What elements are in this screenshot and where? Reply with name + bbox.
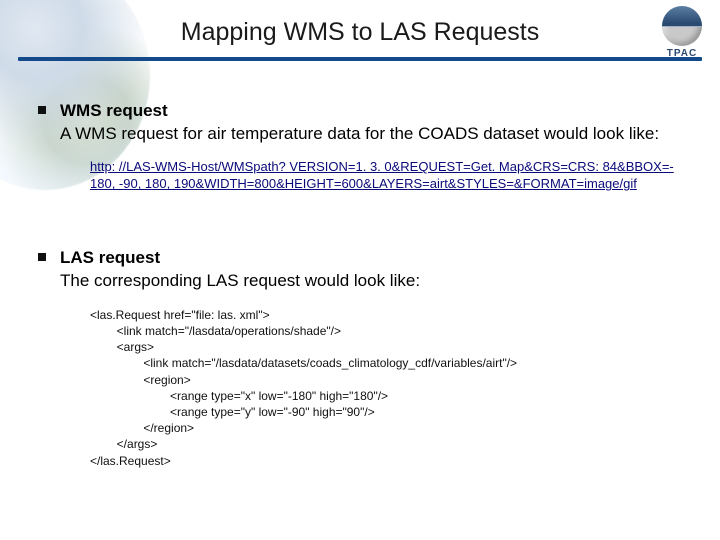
las-heading-text: The corresponding LAS request would look…	[60, 271, 420, 290]
wms-url-line2: 180, -90, 180, 190&WIDTH=800&HEIGHT=600&…	[90, 176, 637, 191]
wms-url-link[interactable]: http: //LAS-WMS-Host/WMSpath? VERSION=1.…	[90, 158, 690, 193]
slide-title: Mapping WMS to LAS Requests	[0, 18, 720, 53]
las-xml-code: <las.Request href="file: las. xml"> <lin…	[90, 307, 690, 469]
tpac-logo: TPAC	[654, 6, 710, 59]
wms-url-line1: http: //LAS-WMS-Host/WMSpath? VERSION=1.…	[90, 159, 674, 174]
bullet-wms-request: WMS request A WMS request for air temper…	[38, 100, 690, 146]
title-bar: Mapping WMS to LAS Requests	[0, 18, 720, 61]
title-divider	[18, 57, 702, 61]
bullet-las-request: LAS request The corresponding LAS reques…	[38, 247, 690, 293]
bullet-icon	[38, 106, 46, 114]
bullet-icon	[38, 253, 46, 261]
tpac-logo-label: TPAC	[654, 48, 710, 59]
las-heading-strong: LAS request	[60, 248, 160, 267]
las-heading: LAS request The corresponding LAS reques…	[60, 247, 420, 293]
wms-heading-strong: WMS request	[60, 101, 168, 120]
slide-body: WMS request A WMS request for air temper…	[38, 100, 690, 469]
wms-heading-text: A WMS request for air temperature data f…	[60, 124, 659, 143]
wms-heading: WMS request A WMS request for air temper…	[60, 100, 659, 146]
globe-icon	[662, 6, 702, 46]
